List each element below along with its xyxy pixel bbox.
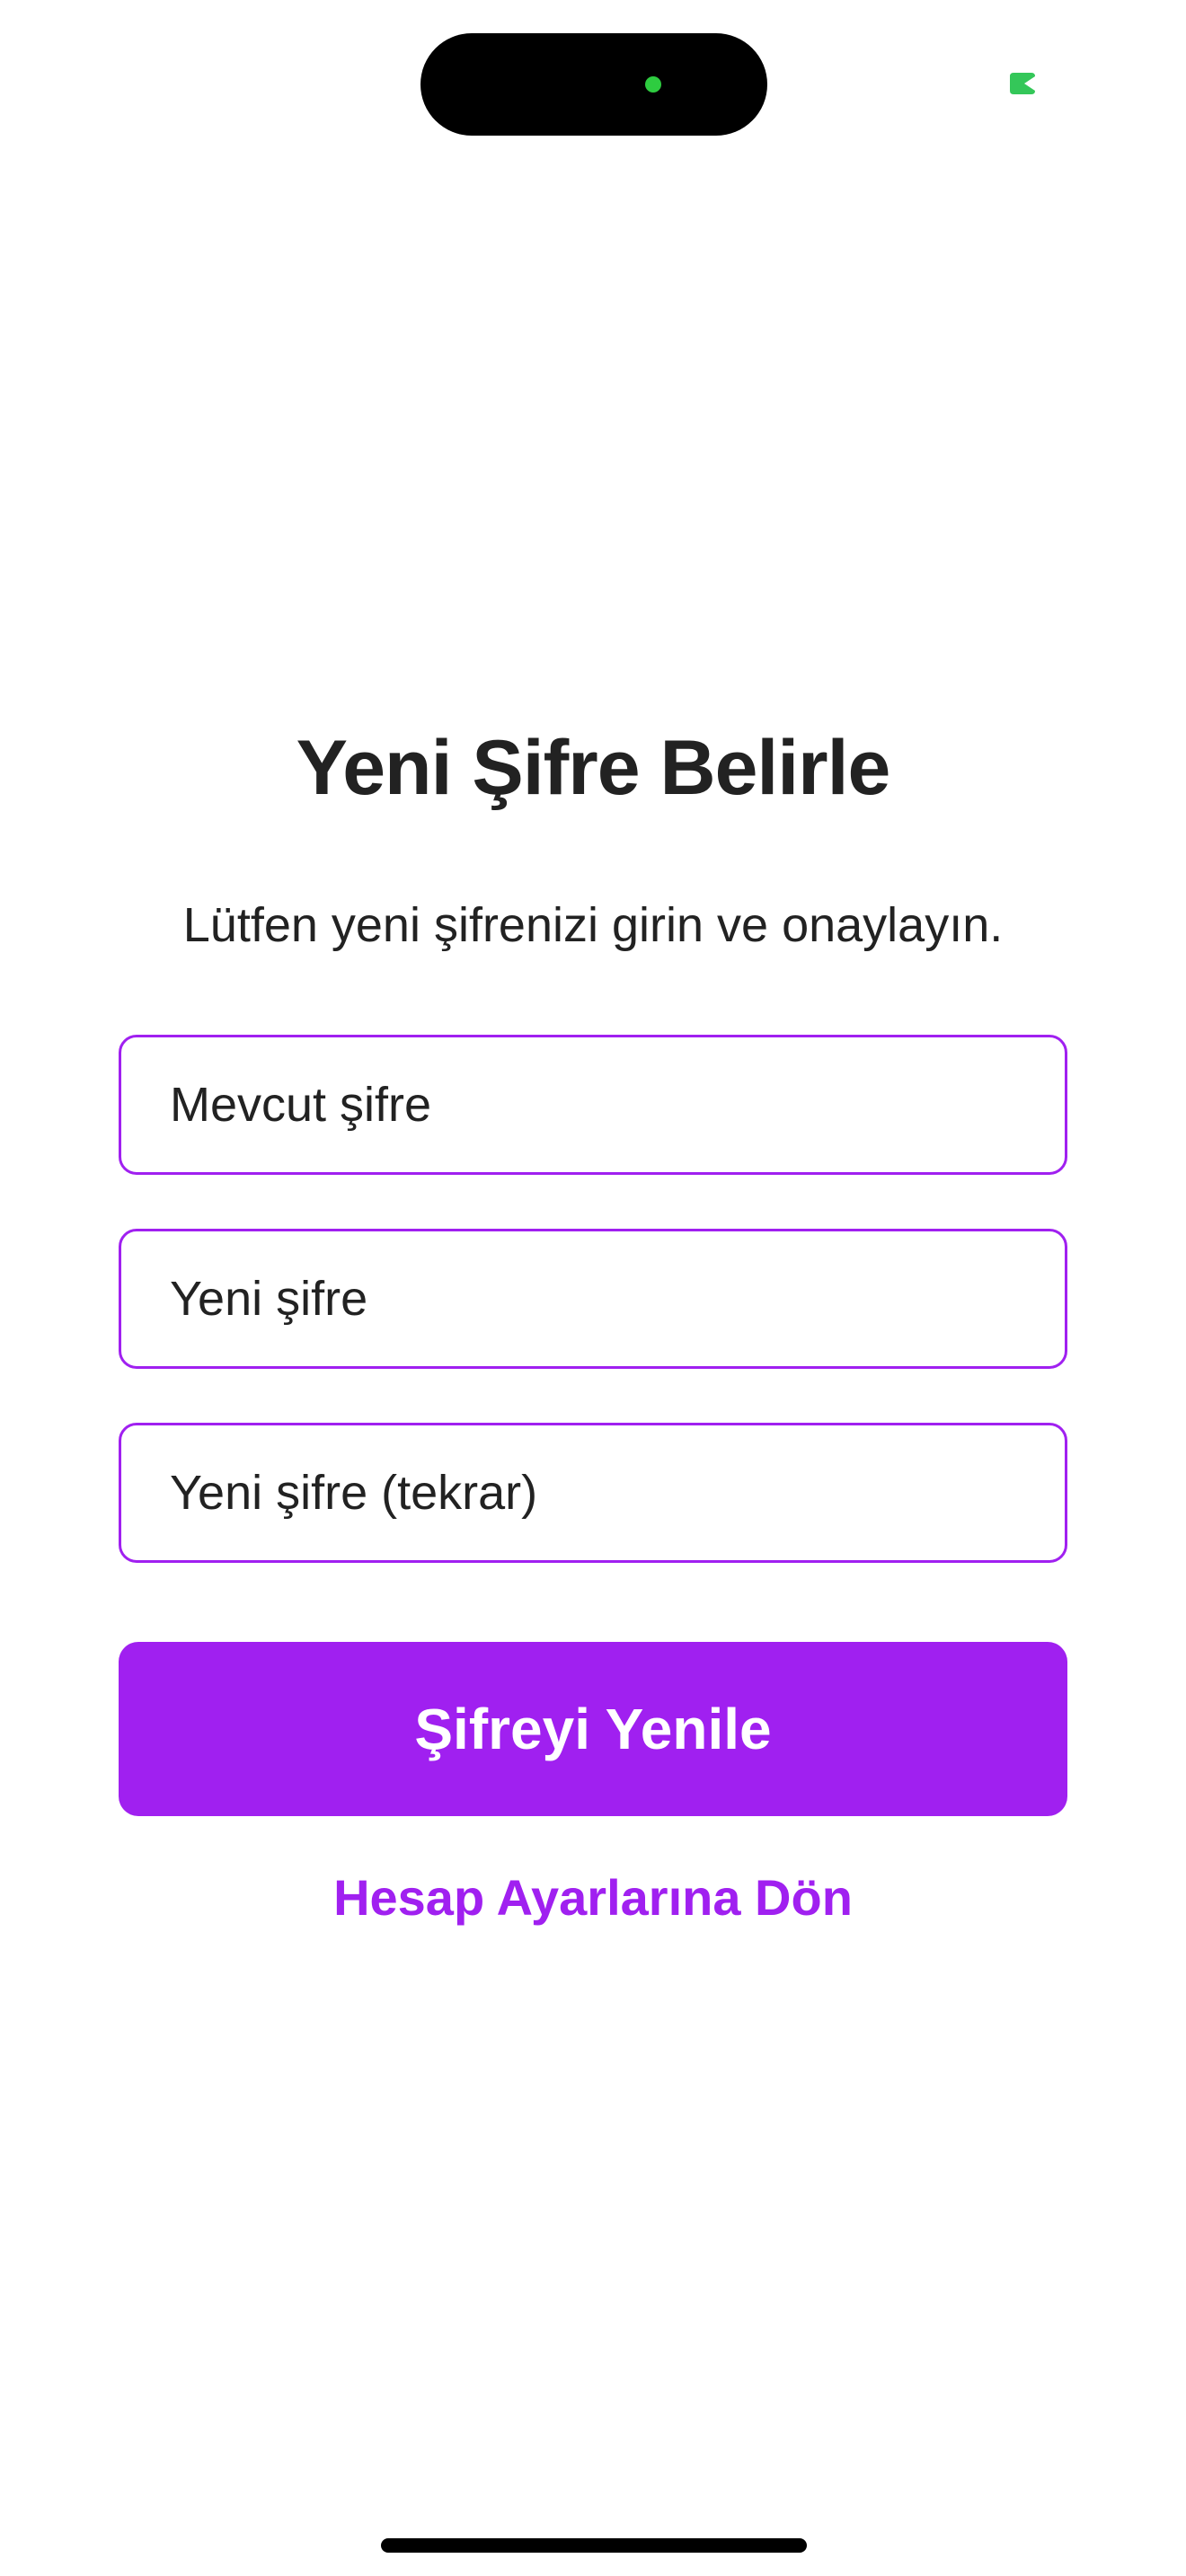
island-status-dot — [645, 76, 661, 93]
confirm-password-field[interactable] — [119, 1423, 1067, 1563]
new-password-field[interactable] — [119, 1229, 1067, 1369]
page-title: Yeni Şifre Belirle — [296, 725, 891, 811]
camera-in-use-icon — [1010, 73, 1035, 94]
page-subtitle: Lütfen yeni şifrenizi girin ve onaylayın… — [182, 898, 1004, 952]
back-to-account-settings-link[interactable]: Hesap Ayarlarına Dön — [0, 1866, 1186, 1929]
reset-password-button[interactable]: Şifreyi Yenile — [119, 1642, 1067, 1816]
home-indicator[interactable] — [381, 2538, 807, 2553]
current-password-field[interactable] — [119, 1035, 1067, 1175]
dynamic-island — [420, 33, 767, 136]
